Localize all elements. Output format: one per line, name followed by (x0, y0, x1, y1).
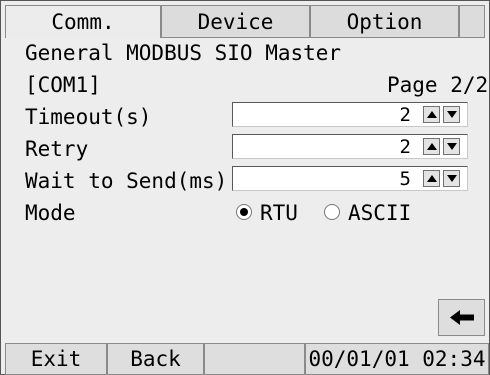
timeout-decrement-button[interactable] (443, 106, 460, 123)
timeout-increment-button[interactable] (423, 106, 440, 123)
timeout-value: 2 (399, 104, 411, 126)
tab-device[interactable]: Device (161, 5, 310, 38)
back-arrow-button[interactable] (438, 299, 485, 336)
wait-to-send-label: Wait to Send(ms) (25, 169, 228, 193)
tab-blank (459, 5, 485, 38)
retry-decrement-button[interactable] (443, 138, 460, 155)
wait-to-send-increment-button[interactable] (423, 170, 440, 187)
retry-value: 2 (399, 136, 411, 158)
footer-blank (204, 343, 305, 375)
port-label: [COM1] (25, 73, 101, 97)
radio-selected-dot (240, 208, 248, 216)
mode-ascii-label[interactable]: ASCII (348, 201, 411, 225)
retry-label: Retry (25, 137, 89, 161)
wait-to-send-value: 5 (399, 168, 411, 190)
mode-rtu-radio[interactable] (236, 204, 252, 220)
mode-rtu-label[interactable]: RTU (260, 201, 298, 225)
timeout-field[interactable]: 2 (232, 102, 468, 127)
driver-title: General MODBUS SIO Master (25, 41, 342, 65)
triangle-down-icon (446, 111, 457, 118)
timeout-label: Timeout(s) (25, 105, 152, 129)
retry-field[interactable]: 2 (232, 134, 468, 159)
triangle-up-icon (426, 111, 437, 118)
datetime-display: 00/01/01 02:34 (305, 343, 489, 375)
exit-button[interactable]: Exit (5, 343, 107, 375)
triangle-down-icon (446, 175, 457, 182)
tab-option[interactable]: Option (310, 5, 459, 38)
page-indicator: Page 2/2 (387, 73, 489, 97)
mode-ascii-radio[interactable] (324, 204, 340, 220)
settings-screen: Comm. Device Option General MODBUS SIO M… (0, 0, 490, 375)
mode-label: Mode (25, 201, 76, 225)
wait-to-send-field[interactable]: 5 (232, 166, 468, 191)
back-button[interactable]: Back (107, 343, 204, 375)
wait-to-send-decrement-button[interactable] (443, 170, 460, 187)
triangle-up-icon (426, 175, 437, 182)
left-arrow-icon (450, 310, 474, 325)
tab-comm[interactable]: Comm. (5, 5, 161, 38)
triangle-down-icon (446, 143, 457, 150)
retry-increment-button[interactable] (423, 138, 440, 155)
triangle-up-icon (426, 143, 437, 150)
